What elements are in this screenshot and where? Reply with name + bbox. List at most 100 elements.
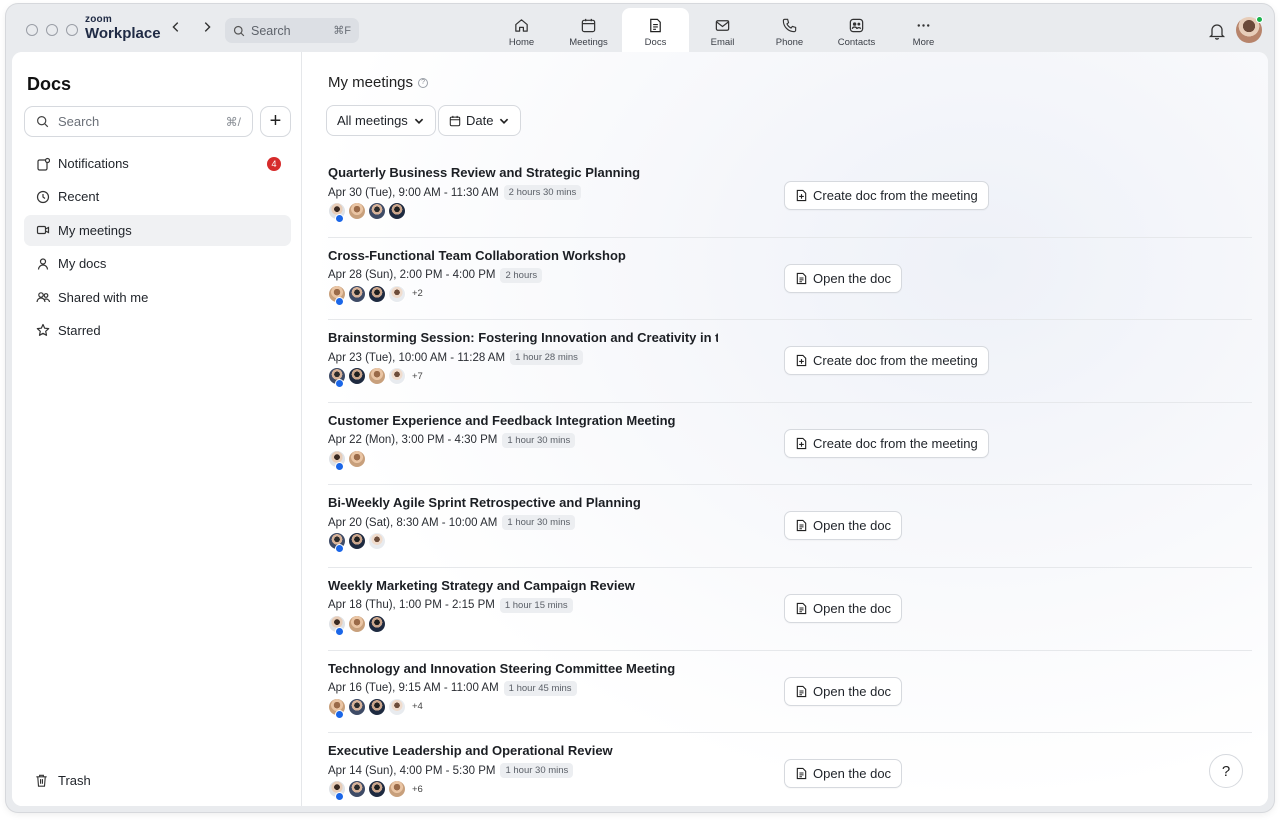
- window-controls: [26, 24, 78, 36]
- meeting-row[interactable]: Customer Experience and Feedback Integra…: [328, 403, 1252, 486]
- more-icon: [917, 24, 930, 27]
- participant-avatar: [368, 202, 386, 220]
- action-label: Open the doc: [813, 518, 892, 534]
- meeting-row[interactable]: Weekly Marketing Strategy and Campaign R…: [328, 568, 1252, 651]
- meeting-title: Executive Leadership and Operational Rev…: [328, 743, 613, 759]
- sidebar-item-label: My meetings: [58, 222, 132, 238]
- duration-badge: 1 hour 15 mins: [499, 597, 573, 613]
- tab-more[interactable]: More: [890, 8, 957, 54]
- sidebar-search-input[interactable]: Search ⌘/: [24, 106, 253, 137]
- participant-avatar: [368, 780, 386, 799]
- zoom-window-button[interactable]: [66, 24, 78, 36]
- meeting-title: Weekly Marketing Strategy and Campaign R…: [328, 577, 635, 593]
- meeting-time-text: Apr 22 (Mon), 3:00 PM - 4:30 PM: [328, 434, 498, 447]
- sidebar-item-shared-with-me[interactable]: Shared with me: [24, 282, 291, 313]
- meeting-time-text: Apr 20 (Sat), 8:30 AM - 10:00 AM: [328, 516, 498, 529]
- content-area: Docs Search ⌘/ + Notifications 4 Recent My …: [12, 52, 1268, 806]
- sidebar-title: Docs: [27, 74, 72, 94]
- presence-status-dot: [1256, 16, 1263, 23]
- tab-label: More: [912, 37, 935, 48]
- participant-avatars: [328, 614, 388, 636]
- star-icon: [36, 324, 50, 337]
- help-button[interactable]: ?: [1209, 754, 1243, 788]
- more-participants-count: +2: [412, 288, 423, 300]
- sidebar: Docs Search ⌘/ + Notifications 4 Recent My …: [12, 52, 302, 806]
- create-doc-button[interactable]: Create doc from the meeting: [784, 181, 989, 210]
- sidebar-item-starred[interactable]: Starred: [24, 315, 291, 346]
- doc-icon: [796, 520, 807, 532]
- meeting-row[interactable]: Brainstorming Session: Fostering Innovat…: [328, 320, 1252, 403]
- action-label: Open the doc: [813, 270, 892, 286]
- page-title: My meetings ?: [328, 74, 429, 91]
- participant-avatar: [368, 284, 386, 303]
- participant-avatar: [328, 202, 346, 223]
- all-meetings-filter[interactable]: All meetings: [326, 105, 436, 136]
- tab-docs[interactable]: Docs: [622, 8, 689, 54]
- person-icon: [37, 258, 49, 270]
- tab-phone[interactable]: Phone: [756, 8, 823, 54]
- participant-avatar: [328, 367, 346, 389]
- duration-badge: 1 hour 30 mins: [502, 432, 576, 448]
- doc-icon: [796, 685, 807, 697]
- date-filter[interactable]: Date: [438, 105, 522, 136]
- duration-badge: 1 hour 28 mins: [510, 350, 583, 366]
- sidebar-item-recent[interactable]: Recent: [24, 181, 291, 212]
- sidebar-item-label: Starred: [58, 322, 101, 338]
- open-doc-button[interactable]: Open the doc: [784, 511, 903, 541]
- tab-home[interactable]: Home: [488, 8, 555, 54]
- duration-badge: 2 hours 30 mins: [503, 185, 582, 200]
- tab-contacts[interactable]: Contacts: [823, 8, 890, 54]
- tab-label: Email: [710, 37, 735, 48]
- sidebar-item-my-docs[interactable]: My docs: [24, 248, 291, 279]
- back-button[interactable]: [168, 20, 184, 36]
- sidebar-nav: Notifications 4 Recent My meetings My docs Sh…: [24, 148, 291, 348]
- top-search-placeholder: Search: [251, 23, 291, 38]
- meeting-row[interactable]: Technology and Innovation Steering Commi…: [328, 651, 1252, 734]
- close-window-button[interactable]: [26, 24, 38, 36]
- open-doc-button[interactable]: Open the doc: [784, 263, 903, 293]
- sidebar-item-my-meetings[interactable]: My meetings: [24, 214, 291, 246]
- new-doc-button[interactable]: +: [260, 106, 291, 137]
- trash-icon: [36, 774, 47, 787]
- mail-icon: [715, 20, 730, 31]
- participant-avatar: [328, 449, 346, 471]
- tab-email[interactable]: Email: [689, 8, 756, 54]
- minimize-window-button[interactable]: [46, 24, 58, 36]
- create-doc-button[interactable]: Create doc from the meeting: [784, 428, 989, 458]
- sidebar-item-trash[interactable]: Trash: [34, 773, 91, 788]
- app-logo: zoom Workplace: [85, 15, 161, 42]
- open-doc-button[interactable]: Open the doc: [784, 759, 903, 789]
- search-icon: [37, 116, 49, 128]
- meeting-list: Quarterly Business Review and Strategic …: [328, 155, 1252, 806]
- sidebar-search-placeholder: Search: [58, 114, 100, 129]
- meeting-title: Technology and Innovation Steering Commi…: [328, 660, 676, 676]
- duration-badge: 1 hour 30 mins: [502, 515, 576, 531]
- meeting-row[interactable]: Bi-Weekly Agile Sprint Retrospective and…: [328, 485, 1252, 568]
- open-doc-button[interactable]: Open the doc: [784, 593, 903, 623]
- open-doc-button[interactable]: Open the doc: [784, 676, 903, 706]
- meeting-row[interactable]: Quarterly Business Review and Strategic …: [328, 155, 1252, 238]
- tab-meetings[interactable]: Meetings: [555, 8, 622, 54]
- sidebar-item-label: Shared with me: [58, 289, 149, 305]
- participant-avatar: [388, 780, 406, 799]
- participant-avatar: [368, 367, 386, 386]
- participant-avatar: [368, 532, 386, 551]
- forward-button[interactable]: [199, 20, 215, 36]
- action-label: Create doc from the meeting: [813, 353, 978, 369]
- participant-avatar: [348, 697, 366, 716]
- video-icon: [36, 226, 50, 235]
- phone-icon: [782, 18, 797, 33]
- top-search-input[interactable]: Search ⌘F: [225, 18, 359, 43]
- meeting-row[interactable]: Cross-Functional Team Collaboration Work…: [328, 238, 1252, 321]
- main-panel: My meetings ? All meetings Date Quarterl…: [303, 52, 1268, 806]
- notification-count-badge: 4: [267, 157, 281, 171]
- create-doc-button[interactable]: Create doc from the meeting: [784, 346, 989, 376]
- meeting-row[interactable]: Executive Leadership and Operational Rev…: [328, 733, 1252, 806]
- bell-icon[interactable]: [1208, 22, 1226, 40]
- meeting-time-text: Apr 14 (Sun), 4:00 PM - 5:30 PM: [328, 764, 496, 777]
- info-icon[interactable]: ?: [418, 77, 429, 88]
- participant-avatar: [368, 697, 386, 716]
- participant-avatar: [328, 780, 346, 802]
- sidebar-item-notifications[interactable]: Notifications 4: [24, 148, 291, 179]
- people-icon: [36, 292, 50, 303]
